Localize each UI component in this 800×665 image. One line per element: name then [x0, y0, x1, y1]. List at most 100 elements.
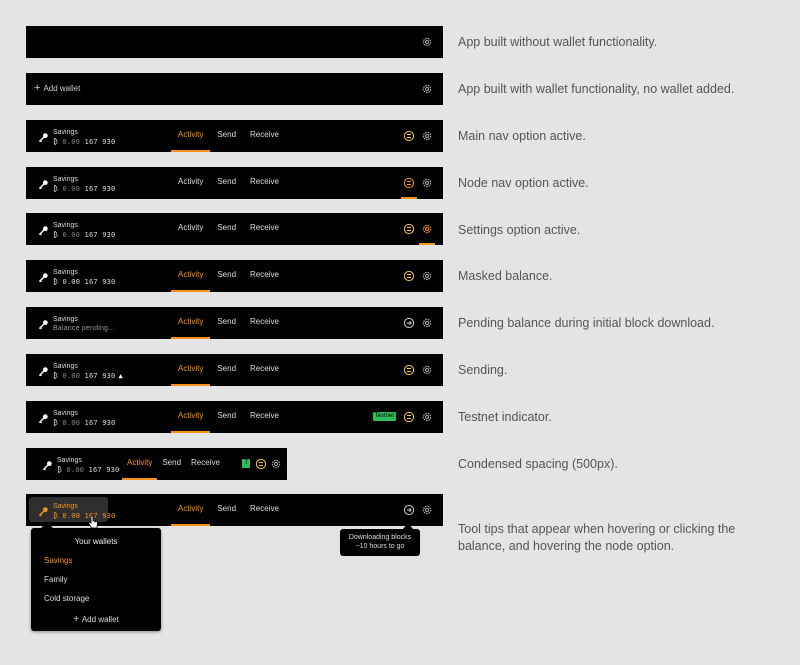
row-description: App built with wallet functionality, no … [458, 82, 735, 96]
key-icon [38, 366, 48, 376]
header-bar-masked-balance: Savings ₿ 0.00 167 930 Activity Send Rece… [26, 260, 443, 292]
key-icon [38, 413, 48, 423]
wallet-balance: ₿ 0.00 167 930 ▲ [53, 371, 123, 380]
wallet-selector[interactable]: Savings Balance pending… [38, 314, 115, 334]
node-icon[interactable] [403, 177, 415, 189]
gear-icon[interactable] [421, 270, 433, 282]
testnet-badge: Testnet [372, 412, 396, 421]
key-icon [38, 225, 48, 235]
gear-icon[interactable] [421, 83, 433, 95]
tab-receive[interactable]: Receive [243, 401, 286, 433]
wallet-balance: ₿ 0.00 167 930 [53, 230, 116, 239]
key-icon [38, 506, 48, 516]
tab-receive[interactable]: Receive [243, 260, 286, 292]
tab-receive[interactable]: Receive [243, 354, 286, 386]
row-description: Tool tips that appear when hovering or c… [458, 522, 736, 553]
wallet-balance: ₿ 0.00 167 930 [53, 137, 116, 146]
tab-send[interactable]: Send [157, 448, 186, 480]
wallet-balance: ₿ 0.00 167 930 [53, 277, 116, 286]
wallet-dropdown: Your wallets Savings Family Cold storage… [31, 528, 161, 631]
wallet-name: Savings [53, 175, 78, 183]
wallet-name: Savings [57, 456, 82, 464]
header-bar-testnet: Savings ₿ 0.00 167 930 Activity Send Rece… [26, 401, 443, 433]
tab-activity[interactable]: Activity [171, 354, 211, 386]
wallet-selector[interactable]: Savings ₿ 0.00 167 930 [42, 455, 119, 475]
row-description: Condensed spacing (500px). [458, 457, 618, 471]
tab-send[interactable]: Send [210, 213, 243, 245]
hand-cursor-icon [87, 515, 98, 529]
row-description: Testnet indicator. [458, 410, 552, 424]
row-description: Sending. [458, 363, 508, 377]
tab-activity[interactable]: Activity [171, 260, 211, 292]
tab-receive[interactable]: Receive [243, 213, 286, 245]
key-icon [42, 460, 52, 470]
sending-icon: ▲ [118, 371, 123, 380]
plus-icon: + [34, 82, 41, 94]
key-icon [38, 319, 48, 329]
tab-send[interactable]: Send [210, 260, 243, 292]
tab-activity[interactable]: Activity [171, 494, 211, 526]
tab-receive[interactable]: Receive [186, 448, 225, 480]
node-syncing-icon[interactable] [403, 317, 415, 329]
gear-icon[interactable] [421, 177, 433, 189]
gear-icon[interactable] [421, 504, 433, 516]
key-icon [38, 272, 48, 282]
tab-send[interactable]: Send [210, 354, 243, 386]
tab-send[interactable]: Send [210, 167, 243, 199]
node-icon[interactable] [403, 223, 415, 235]
node-icon[interactable] [403, 270, 415, 282]
dropdown-item-cold-storage[interactable]: Cold storage [44, 594, 89, 603]
gear-icon[interactable] [270, 458, 282, 470]
tab-receive[interactable]: Receive [243, 307, 286, 339]
settings-active-underline [419, 243, 435, 245]
node-icon[interactable] [255, 458, 267, 470]
gear-icon[interactable] [421, 36, 433, 48]
header-bar-pending-balance: Savings Balance pending… Activity Send Re… [26, 307, 443, 339]
row-description: Masked balance. [458, 269, 553, 283]
tab-activity[interactable]: Activity [171, 401, 211, 433]
gear-icon[interactable] [421, 130, 433, 142]
wallet-selector[interactable]: Savings ₿ 0.00 167 930 [38, 267, 115, 287]
add-wallet-button[interactable]: + Add wallet [34, 82, 80, 94]
tab-activity[interactable]: Activity [171, 307, 211, 339]
dropdown-title: Your wallets [74, 537, 118, 546]
node-tooltip: Downloading blocks ~10 hours to go [340, 529, 420, 556]
tab-receive[interactable]: Receive [243, 167, 286, 199]
tab-receive[interactable]: Receive [243, 494, 286, 526]
tab-activity[interactable]: Activity [171, 120, 211, 152]
row-description: App built without wallet functionality. [458, 35, 658, 49]
gear-icon[interactable] [421, 317, 433, 329]
node-active-underline [401, 197, 417, 199]
wallet-selector[interactable]: Savings ₿ 0.00 167 930 [38, 408, 115, 428]
tab-activity[interactable]: Activity [122, 448, 158, 480]
node-syncing-icon[interactable] [403, 504, 415, 516]
tab-activity[interactable]: Activity [171, 213, 210, 245]
header-bar-add-wallet: + Add wallet [26, 73, 443, 105]
gear-icon[interactable] [421, 411, 433, 423]
tab-receive[interactable]: Receive [243, 120, 286, 152]
dropdown-item-family[interactable]: Family [44, 575, 68, 584]
header-bar-sending: Savings ₿ 0.00 167 930 ▲ Activity Send Rec… [26, 354, 443, 386]
tab-send[interactable]: Send [210, 401, 243, 433]
gear-icon[interactable] [421, 223, 433, 235]
tab-send[interactable]: Send [210, 307, 243, 339]
tab-send[interactable]: Send [210, 120, 243, 152]
node-icon[interactable] [403, 364, 415, 376]
node-icon[interactable] [403, 411, 415, 423]
wallet-selector[interactable]: Savings ₿ 0.00 167 930 [38, 501, 115, 521]
tooltip-line-2: ~10 hours to go [355, 543, 405, 550]
wallet-selector[interactable]: Savings ₿ 0.00 167 930 [38, 220, 115, 240]
wallet-name: Savings [53, 315, 78, 323]
row-description: Node nav option active. [458, 176, 589, 190]
wallet-selector[interactable]: Savings ₿ 0.00 167 930 [38, 127, 115, 147]
wallet-selector[interactable]: Savings ₿ 0.00 167 930 [38, 174, 115, 194]
wallet-balance-pending: Balance pending… [53, 324, 116, 332]
tab-activity[interactable]: Activity [171, 167, 210, 199]
gear-icon[interactable] [421, 364, 433, 376]
node-icon[interactable] [403, 130, 415, 142]
tab-send[interactable]: Send [210, 494, 243, 526]
wallet-name: Savings [53, 128, 78, 136]
dropdown-item-savings[interactable]: Savings [44, 556, 72, 565]
dropdown-add-wallet[interactable]: + Add wallet [31, 614, 161, 625]
wallet-selector[interactable]: Savings ₿ 0.00 167 930 ▲ [38, 361, 123, 381]
